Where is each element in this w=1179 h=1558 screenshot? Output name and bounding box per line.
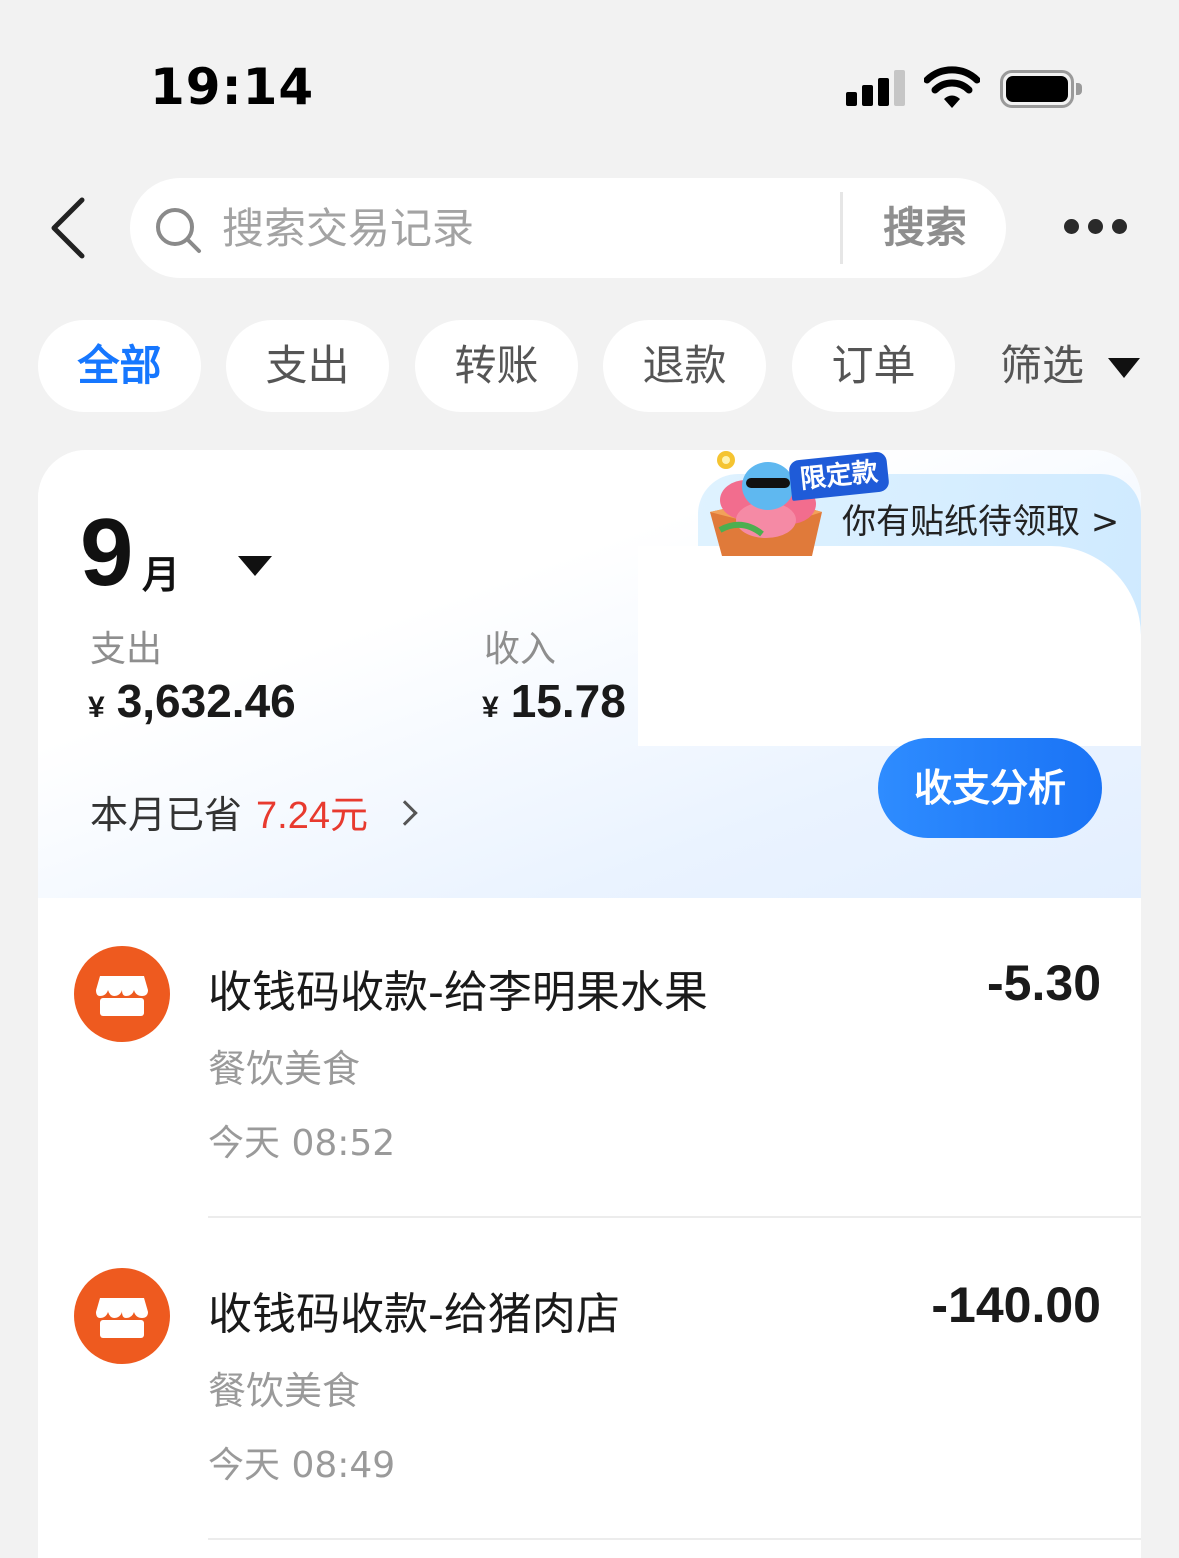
filter-label: 筛选: [1000, 341, 1085, 390]
monthly-savings-link[interactable]: 本月已省 7.24元: [90, 784, 418, 839]
transaction-title: 收钱码收款-给猪肉店: [208, 1289, 620, 1340]
tab-refund[interactable]: 退款: [603, 320, 766, 412]
search-button[interactable]: 搜索: [860, 198, 990, 258]
filter-button[interactable]: 筛选: [1000, 320, 1148, 412]
month-number: 9: [80, 499, 134, 606]
month-selector[interactable]: 9 月: [80, 498, 272, 606]
search-icon: [156, 208, 201, 253]
income-expense-analysis-button[interactable]: 收支分析: [878, 738, 1102, 838]
search-bar: 搜索: [130, 178, 1006, 278]
expense-amount: 3,632.46: [116, 675, 296, 727]
transaction-title: 收钱码收款-给李明果水果: [208, 967, 708, 1018]
caret-down-icon: [238, 556, 272, 576]
store-icon: [74, 946, 170, 1042]
transaction-category: 餐饮美食: [208, 1369, 361, 1413]
tab-expense[interactable]: 支出: [226, 320, 389, 412]
transaction-amount: -5.30: [987, 955, 1101, 1011]
income-amount: 15.78: [510, 675, 626, 727]
month-unit: 月: [142, 553, 181, 597]
tab-transfer[interactable]: 转账: [415, 320, 578, 412]
row-divider: [208, 1538, 1141, 1540]
cellular-signal-icon: [846, 70, 906, 106]
tab-orders[interactable]: 订单: [792, 320, 955, 412]
wifi-icon: [924, 66, 980, 108]
chevron-right-icon: [392, 800, 418, 826]
savings-label: 本月已省: [90, 793, 243, 837]
transactions-card: 限定款 你有贴纸待领取 > 9 月 支出 ¥3,632.46 收入 ¥15.78…: [38, 450, 1141, 1558]
expense-label: 支出: [90, 629, 163, 670]
tab-all[interactable]: 全部: [38, 320, 201, 412]
income-value: ¥15.78: [482, 674, 626, 728]
income-label: 收入: [484, 629, 557, 670]
status-bar: 19:14: [0, 0, 1179, 150]
monthly-summary: 限定款 你有贴纸待领取 > 9 月 支出 ¥3,632.46 收入 ¥15.78…: [38, 450, 1141, 898]
filter-tabs: 全部 支出 转账 退款 订单 筛选: [38, 320, 1148, 412]
row-divider: [208, 1216, 1141, 1218]
store-icon: [74, 1268, 170, 1364]
transaction-amount: -140.00: [931, 1277, 1101, 1333]
transaction-row[interactable]: 收钱码收款-给猪肉店 餐饮美食 今天 08:49 -140.00: [38, 1220, 1141, 1540]
currency-symbol: ¥: [482, 691, 499, 724]
banner-curve: [638, 546, 1141, 746]
transaction-row[interactable]: 收钱码收款-给李明果水果 餐饮美食 今天 08:52 -5.30: [38, 898, 1141, 1218]
search-divider: [840, 192, 843, 264]
savings-amount: 7.24元: [256, 795, 368, 837]
battery-icon: [1000, 70, 1082, 108]
transaction-category: 餐饮美食: [208, 1047, 361, 1091]
more-options-icon[interactable]: [1058, 212, 1134, 242]
back-arrow-icon[interactable]: [44, 196, 94, 260]
currency-symbol: ¥: [88, 691, 105, 724]
sticker-banner-text[interactable]: 你有贴纸待领取 >: [842, 494, 1119, 543]
search-input[interactable]: [222, 198, 822, 258]
caret-down-icon: [1108, 358, 1140, 378]
expense-value: ¥3,632.46: [88, 674, 296, 728]
status-time: 19:14: [150, 58, 315, 116]
transaction-time: 今天 08:52: [208, 1123, 396, 1164]
transaction-time: 今天 08:49: [208, 1445, 396, 1486]
